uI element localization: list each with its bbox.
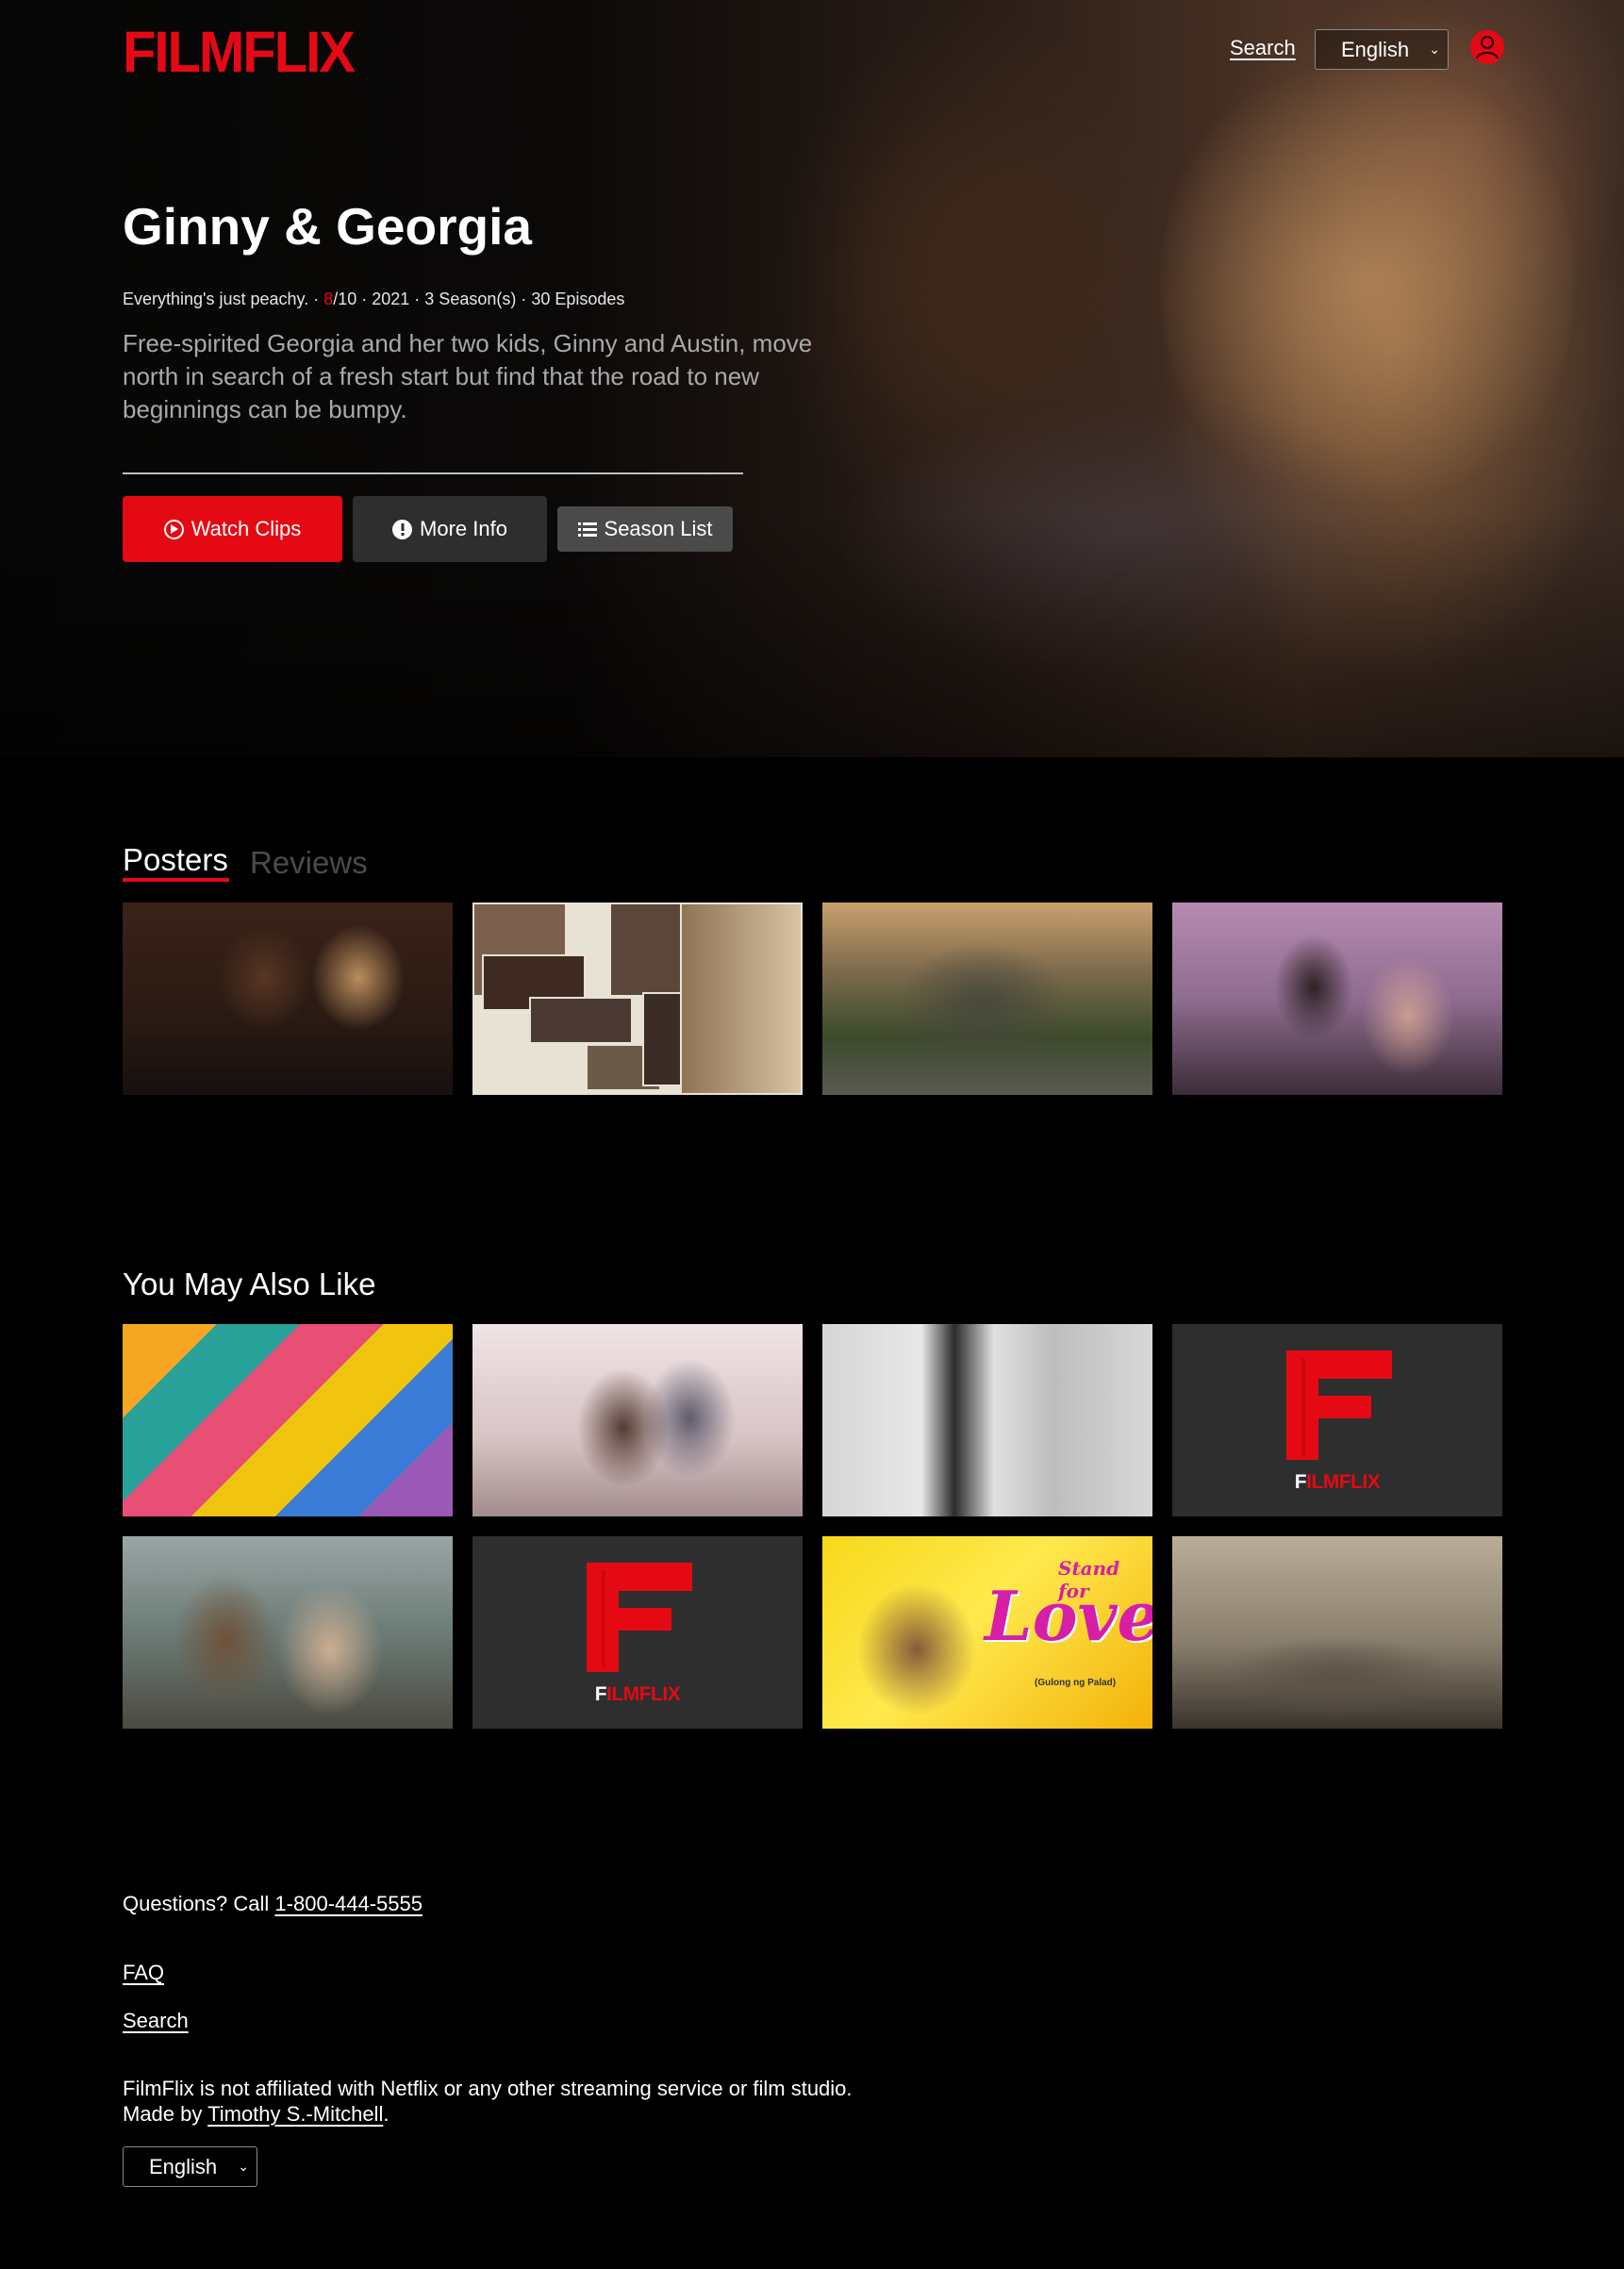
header-language-select[interactable]: English ⌄	[1315, 29, 1449, 70]
footer-questions: Questions? Call 1-800-444-5555	[123, 1892, 423, 1915]
recommendation-card[interactable]	[123, 1324, 453, 1516]
watch-clips-button[interactable]: Watch Clips	[123, 496, 342, 562]
season-list-button[interactable]: Season List	[557, 506, 733, 552]
poster-sub-text: (Gulong ng Palad)	[1035, 1678, 1117, 1688]
footer-made-by: Made by Timothy S.-Mitchell.	[123, 2102, 389, 2126]
show-year: 2021	[372, 290, 410, 308]
footer-phone-link[interactable]: 1-800-444-5555	[274, 1892, 423, 1915]
language-select-value: English	[149, 2154, 218, 2178]
active-tab-indicator	[123, 878, 229, 882]
chevron-down-icon: ⌄	[238, 2159, 249, 2174]
info-icon	[392, 519, 413, 539]
placeholder-logo-text: FILMFLIX	[594, 1683, 681, 1705]
more-info-button[interactable]: More Info	[353, 496, 547, 562]
recommendation-card[interactable]	[123, 1536, 453, 1729]
show-episodes: 30 Episodes	[531, 290, 625, 308]
recommendation-card[interactable]: Stand for Love (Gulong ng Palad)	[822, 1536, 1152, 1729]
poster-image[interactable]	[822, 903, 1152, 1095]
show-title: Ginny & Georgia	[123, 197, 532, 256]
footer-language-select[interactable]: English ⌄	[123, 2146, 257, 2187]
filmflix-f-icon	[587, 1563, 692, 1672]
show-rating-max: /10	[333, 290, 357, 308]
hero-divider	[123, 472, 743, 474]
user-avatar-icon[interactable]	[1470, 30, 1504, 64]
tab-posters[interactable]: Posters	[123, 842, 228, 878]
recommendation-card[interactable]	[822, 1324, 1152, 1516]
list-icon	[577, 522, 597, 537]
collage-tile	[609, 903, 689, 997]
footer-author-link[interactable]: Timothy S.-Mitchell	[207, 2102, 383, 2126]
season-list-label: Season List	[604, 517, 713, 540]
collage-tile	[529, 997, 633, 1044]
collage-tile	[680, 903, 803, 1095]
show-tagline: Everything's just peachy.	[123, 290, 309, 308]
header-search-link[interactable]: Search	[1230, 36, 1296, 60]
filmflix-f-icon	[1286, 1350, 1392, 1460]
language-select-value: English	[1341, 37, 1410, 61]
recommendation-card[interactable]: FILMFLIX	[1172, 1324, 1502, 1516]
you-may-also-like-heading: You May Also Like	[123, 1267, 376, 1301]
footer-search-link[interactable]: Search	[123, 2009, 189, 2033]
chevron-down-icon: ⌄	[1429, 41, 1440, 57]
poster-image[interactable]	[1172, 903, 1502, 1095]
more-info-label: More Info	[420, 517, 507, 540]
poster-love-text: Love	[985, 1576, 1152, 1656]
show-seasons: 3 Season(s)	[424, 290, 517, 308]
hero-backdrop-figure	[830, 396, 1415, 679]
footer-faq-link[interactable]: FAQ	[123, 1961, 164, 1985]
tab-reviews[interactable]: Reviews	[250, 845, 368, 881]
user-icon	[1471, 31, 1503, 63]
poster-image[interactable]	[123, 903, 453, 1095]
filmflix-logo[interactable]: FILMFLIX	[123, 19, 356, 85]
play-circle-icon	[163, 519, 184, 539]
recommendation-card[interactable]	[1172, 1536, 1502, 1729]
recommendation-card[interactable]	[472, 1324, 803, 1516]
poster-image[interactable]	[472, 903, 803, 1095]
placeholder-logo-text: FILMFLIX	[1294, 1471, 1381, 1493]
footer-disclaimer: FilmFlix is not affiliated with Netflix …	[123, 2077, 853, 2100]
show-description: Free-spirited Georgia and her two kids, …	[123, 329, 813, 423]
recommendation-card[interactable]: FILMFLIX	[472, 1536, 803, 1729]
watch-clips-label: Watch Clips	[191, 517, 302, 540]
show-rating: 8	[323, 290, 334, 308]
show-meta: Everything's just peachy. · 8/10 · 2021 …	[123, 290, 625, 308]
